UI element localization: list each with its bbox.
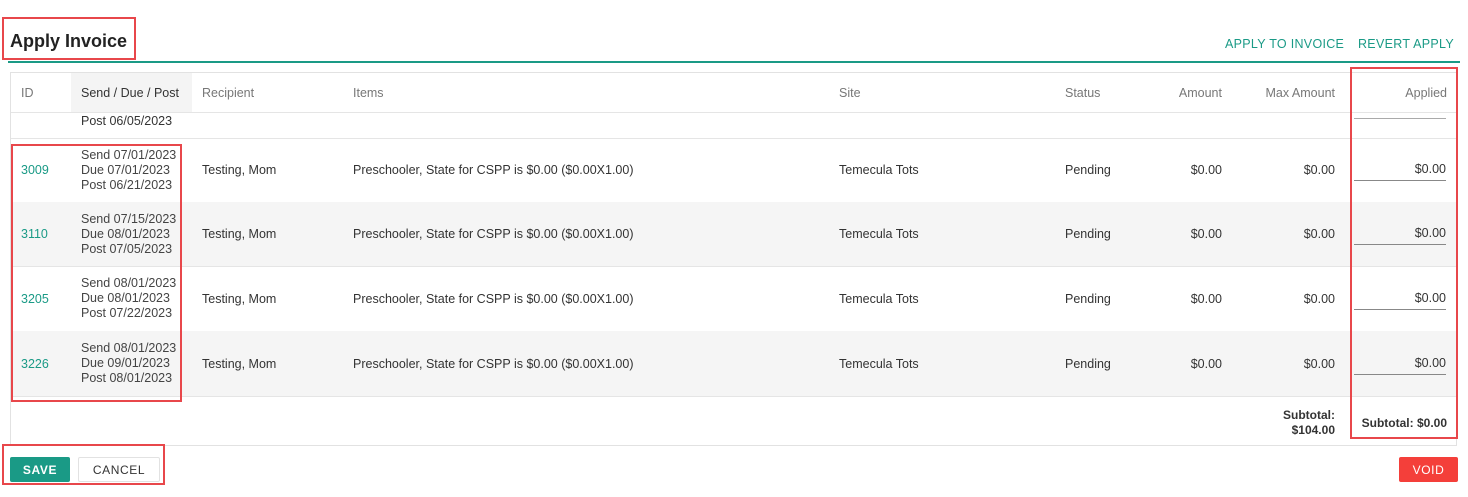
site: Temecula Tots — [839, 356, 919, 371]
invoice-dates: Send 08/01/2023 Due 09/01/2023 Post 08/0… — [81, 331, 176, 396]
site: Temecula Tots — [839, 291, 919, 306]
status: Pending — [1065, 291, 1111, 306]
column-header-status[interactable]: Status — [1065, 73, 1100, 112]
invoice-dates: Send 07/01/2023 Due 07/01/2023 Post 06/2… — [81, 138, 176, 202]
header-divider — [8, 61, 1460, 63]
site: Temecula Tots — [839, 227, 919, 241]
due-date: Due 09/01/2023 — [81, 356, 170, 370]
applied-input[interactable]: $0.00 — [1354, 226, 1446, 245]
revert-apply-link[interactable]: REVERT APPLY — [1358, 37, 1454, 51]
max-amount: $0.00 — [1303, 356, 1335, 371]
column-header-items[interactable]: Items — [353, 73, 384, 112]
cancel-button[interactable]: CANCEL — [78, 457, 160, 482]
recipient: Testing, Mom — [202, 291, 277, 306]
save-button[interactable]: SAVE — [10, 457, 70, 482]
applied-input[interactable]: $0.00 — [1354, 356, 1446, 375]
invoice-id-link[interactable]: 3226 — [21, 331, 49, 396]
void-button[interactable]: VOID — [1399, 457, 1458, 482]
due-date: Due 08/01/2023 — [81, 291, 170, 305]
max-amount: $0.00 — [1303, 227, 1335, 241]
invoice-id-link[interactable]: 3009 — [21, 138, 49, 202]
column-header-max-amount[interactable]: Max Amount — [1231, 73, 1335, 112]
table-row[interactable]: 3009 Send 07/01/2023 Due 07/01/2023 Post… — [11, 138, 1456, 203]
due-date: Due 07/01/2023 — [81, 162, 170, 177]
table-row-partial: Post 06/05/2023 — [11, 112, 1456, 139]
table-header-row: ID Send / Due / Post Recipient Items Sit… — [11, 73, 1456, 113]
page-title: Apply Invoice — [10, 31, 128, 51]
send-date: Send 07/01/2023 — [81, 147, 177, 162]
send-date: Send 08/01/2023 — [81, 341, 177, 355]
recipient: Testing, Mom — [202, 163, 277, 177]
max-amount-subtotal: Subtotal: $104.00 — [1231, 408, 1335, 438]
items: Preschooler, State for CSPP is $0.00 ($0… — [353, 163, 634, 177]
amount: $0.00 — [1190, 163, 1222, 177]
table-row[interactable]: 3226 Send 08/01/2023 Due 09/01/2023 Post… — [11, 331, 1456, 397]
post-date: Post 07/22/2023 — [81, 306, 173, 320]
post-date: Post 08/01/2023 — [81, 371, 173, 385]
header-actions: APPLY TO INVOICE REVERT APPLY — [1215, 37, 1454, 51]
apply-to-invoice-link[interactable]: APPLY TO INVOICE — [1225, 37, 1344, 51]
status: Pending — [1065, 227, 1111, 241]
max-amount: $0.00 — [1303, 163, 1335, 177]
site: Temecula Tots — [839, 163, 919, 177]
invoice-table: ID Send / Due / Post Recipient Items Sit… — [10, 72, 1457, 446]
amount: $0.00 — [1190, 227, 1222, 241]
recipient: Testing, Mom — [202, 227, 277, 241]
items: Preschooler, State for CSPP is $0.00 ($0… — [353, 356, 634, 371]
post-date: Post 07/05/2023 — [81, 241, 173, 256]
subtotal-row: Subtotal: $104.00 Subtotal: $0.00 — [11, 396, 1456, 446]
amount: $0.00 — [1190, 291, 1222, 306]
subtotal-label: Subtotal: — [1283, 408, 1335, 422]
amount: $0.00 — [1190, 356, 1222, 371]
post-date: Post 06/05/2023 — [81, 113, 173, 128]
max-amount: $0.00 — [1303, 291, 1335, 306]
table-row[interactable]: 3205 Send 08/01/2023 Due 08/01/2023 Post… — [11, 266, 1456, 332]
applied-subtotal: Subtotal: $0.00 — [1361, 416, 1447, 430]
column-header-site[interactable]: Site — [839, 73, 861, 112]
send-date: Send 07/15/2023 — [81, 211, 177, 226]
column-header-dates[interactable]: Send / Due / Post — [81, 73, 179, 112]
invoice-dates: Send 08/01/2023 Due 08/01/2023 Post 07/2… — [81, 266, 176, 331]
post-date: Post 06/21/2023 — [81, 177, 173, 192]
applied-input[interactable]: $0.00 — [1354, 162, 1446, 181]
column-header-recipient[interactable]: Recipient — [202, 73, 254, 112]
invoice-id-link[interactable]: 3205 — [21, 266, 49, 331]
status: Pending — [1065, 163, 1111, 177]
recipient: Testing, Mom — [202, 356, 277, 371]
column-header-amount[interactable]: Amount — [1141, 73, 1222, 112]
column-header-id[interactable]: ID — [21, 73, 34, 112]
subtotal-value: $104.00 — [1291, 423, 1335, 437]
invoice-id-link[interactable]: 3110 — [21, 202, 48, 266]
invoice-dates: Send 07/15/2023 Due 08/01/2023 Post 07/0… — [81, 202, 176, 266]
items: Preschooler, State for CSPP is $0.00 ($0… — [353, 291, 634, 306]
items: Preschooler, State for CSPP is $0.00 ($0… — [353, 227, 634, 241]
applied-input[interactable]: $0.00 — [1354, 291, 1446, 310]
applied-input[interactable] — [1354, 100, 1446, 119]
table-row[interactable]: 3110 Send 07/15/2023 Due 08/01/2023 Post… — [11, 202, 1456, 267]
status: Pending — [1065, 356, 1111, 371]
send-date: Send 08/01/2023 — [81, 276, 177, 290]
due-date: Due 08/01/2023 — [81, 226, 170, 241]
